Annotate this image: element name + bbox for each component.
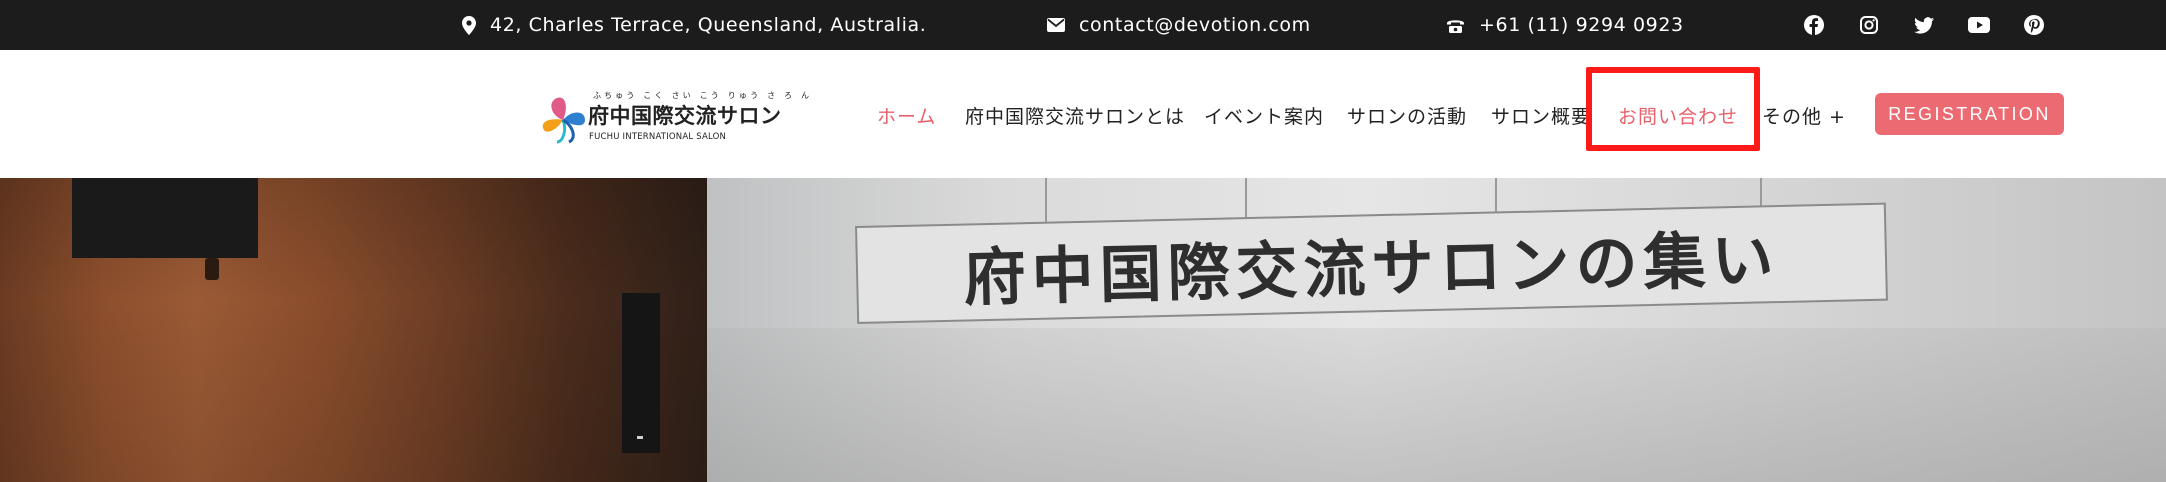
site-logo[interactable]: ふちゅう こく さい こう りゅう さ ろ ん 府中国際交流サロン FUCHU … (541, 90, 809, 170)
nav-item-about[interactable]: 府中国際交流サロンとは (965, 100, 1185, 130)
nav-item-home[interactable]: ホーム (877, 100, 936, 130)
site-header: ふちゅう こく さい こう りゅう さ ろ ん 府中国際交流サロン FUCHU … (0, 50, 2166, 178)
address-info: 42, Charles Terrace, Queensland, Austral… (462, 0, 926, 50)
banner-text: 府中国際交流サロンの集い (962, 223, 1781, 315)
instagram-icon[interactable] (1855, 11, 1883, 39)
nav-item-more[interactable]: その他 + (1762, 100, 1846, 130)
top-contact-bar: 42, Charles Terrace, Queensland, Austral… (0, 0, 2166, 50)
nav-item-overview[interactable]: サロン概要 (1491, 100, 1591, 130)
salon-logo-mark-icon (542, 97, 585, 144)
pinterest-icon[interactable] (2020, 11, 2048, 39)
logo-subtitle: FUCHU INTERNATIONAL SALON (589, 132, 727, 142)
youtube-icon[interactable] (1965, 11, 1993, 39)
side-speaker-icon (622, 293, 660, 453)
speaker-mount (205, 258, 219, 280)
email-link[interactable]: contact@devotion.com (1079, 14, 1311, 36)
nav-item-events[interactable]: イベント案内 (1204, 100, 1324, 130)
logo-name: 府中国際交流サロン (588, 104, 782, 128)
phone-icon (1447, 19, 1464, 33)
location-pin-icon (462, 15, 476, 35)
address-text: 42, Charles Terrace, Queensland, Austral… (490, 14, 927, 36)
envelope-icon (1047, 18, 1065, 32)
nav-item-activities[interactable]: サロンの活動 (1347, 100, 1467, 130)
phone-text[interactable]: +61 (11) 9294 0923 (1479, 14, 1684, 36)
contact-highlight-box (1586, 67, 1760, 151)
hero-image: 府中国際交流サロンの集い (0, 178, 2166, 482)
hanging-string (1245, 178, 1247, 218)
social-links (1800, 0, 2075, 50)
phone-info[interactable]: +61 (11) 9294 0923 (1446, 0, 1684, 50)
twitter-icon[interactable] (1910, 11, 1938, 39)
speaker-led (637, 436, 643, 439)
wall-shadow (707, 328, 2166, 482)
registration-button[interactable]: REGISTRATION (1875, 93, 2064, 135)
speaker-icon (72, 178, 258, 258)
facebook-icon[interactable] (1800, 11, 1828, 39)
email-info[interactable]: contact@devotion.com (1047, 0, 1311, 50)
